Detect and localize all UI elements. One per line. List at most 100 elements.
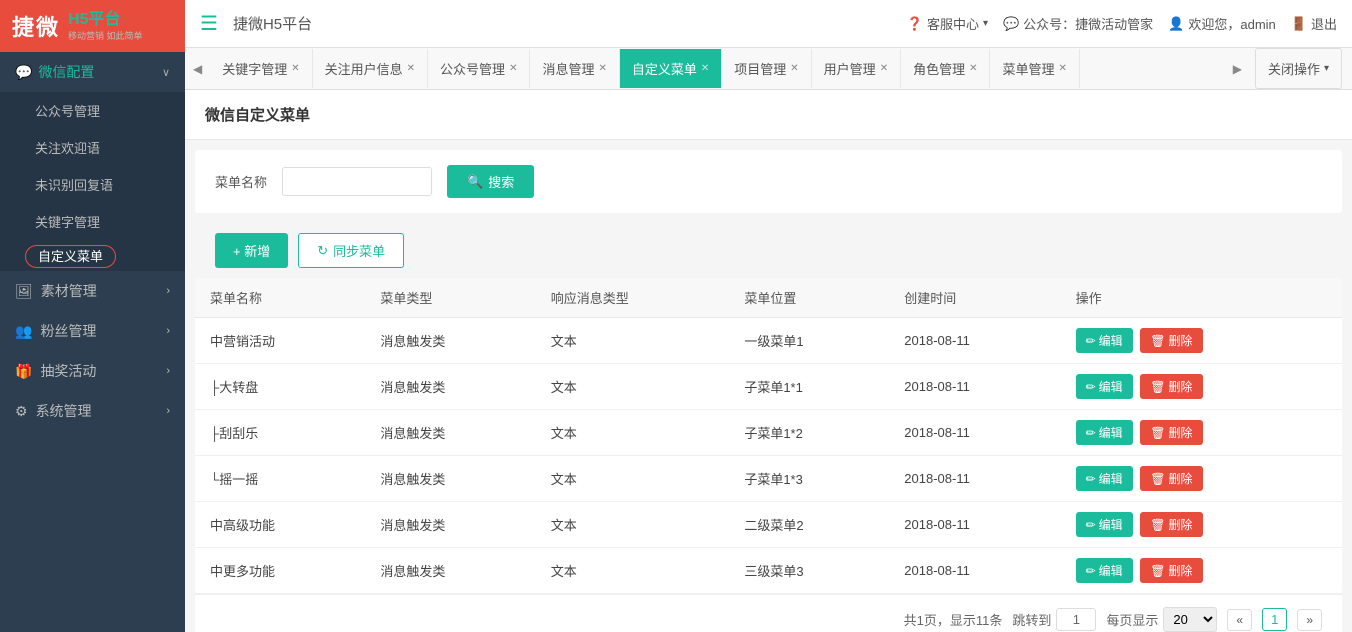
sidebar-item-zidingyi[interactable]: 自定义菜单 <box>0 240 185 271</box>
tab-xiangmu[interactable]: 项目管理 ✕ <box>722 49 811 88</box>
cell-response: 文本 <box>536 318 730 364</box>
edit-button-5[interactable]: ✏ 编辑 <box>1076 558 1133 583</box>
tab-yonghu[interactable]: 用户管理 ✕ <box>812 49 901 88</box>
delete-icon-2: 🗑 <box>1150 426 1165 440</box>
cell-type: 消息触发类 <box>365 364 535 410</box>
cell-type: 消息触发类 <box>365 548 535 594</box>
tab-close-xiaoxiguanli[interactable]: ✕ <box>598 63 606 74</box>
edit-button-0[interactable]: ✏ 编辑 <box>1076 328 1133 353</box>
tab-close-juese[interactable]: ✕ <box>969 63 977 74</box>
edit-button-2[interactable]: ✏ 编辑 <box>1076 420 1133 445</box>
page-info: 共1页，显示11条 <box>904 610 1003 629</box>
table-row: ├大转盘 消息触发类 文本 子菜单1*1 2018-08-11 ✏ 编辑 🗑 删… <box>195 364 1342 410</box>
cell-type: 消息触发类 <box>365 456 535 502</box>
user-link[interactable]: 👤 欢迎您，admin <box>1168 14 1276 33</box>
sidebar-item-gongzhonghao[interactable]: 公众号管理 <box>0 92 185 129</box>
sidebar-item-choujiang[interactable]: 🎁 抽奖活动 › <box>0 351 185 391</box>
sidebar-item-weishi[interactable]: 未识别回复语 <box>0 166 185 203</box>
cell-type: 消息触发类 <box>365 410 535 456</box>
tab-close-gongzhonghao[interactable]: ✕ <box>509 63 517 74</box>
navtabs: ◀ 关键字管理 ✕ 关注用户信息 ✕ 公众号管理 ✕ 消息管理 ✕ 自定义菜单 … <box>185 48 1352 90</box>
xitong-icon: ⚙ <box>15 403 28 420</box>
delete-button-1[interactable]: 🗑 删除 <box>1140 374 1202 399</box>
add-button[interactable]: + 新增 <box>215 233 288 268</box>
tab-xiaoxiguanli[interactable]: 消息管理 ✕ <box>530 49 619 88</box>
wechat-sub-items: 公众号管理 关注欢迎语 未识别回复语 关键字管理 自定义菜单 <box>0 92 185 271</box>
cell-type: 消息触发类 <box>365 502 535 548</box>
nav-next-arrow[interactable]: ▶ <box>1225 52 1250 86</box>
search-button[interactable]: 🔍 搜索 <box>447 165 534 198</box>
fensi-icon: 👥 <box>15 323 32 340</box>
search-input[interactable] <box>282 167 432 196</box>
nav-prev-arrow[interactable]: ◀ <box>185 52 210 86</box>
page-size-select[interactable]: 10 20 50 100 <box>1163 607 1217 632</box>
tab-caidan[interactable]: 菜单管理 ✕ <box>990 49 1079 88</box>
sidebar-item-guanjianzi[interactable]: 关键字管理 <box>0 203 185 240</box>
delete-button-4[interactable]: 🗑 删除 <box>1140 512 1202 537</box>
sidebar-item-xitong[interactable]: ⚙ 系统管理 › <box>0 391 185 431</box>
page-jump-input[interactable] <box>1056 608 1096 631</box>
menu-table: 菜单名称 菜单类型 响应消息类型 菜单位置 创建时间 操作 中营销活动 消息触发… <box>195 278 1342 594</box>
delete-icon-3: 🗑 <box>1150 472 1165 486</box>
cell-created: 2018-08-11 <box>889 548 1060 594</box>
platform-title: 捷微H5平台 <box>233 13 312 34</box>
delete-button-3[interactable]: 🗑 删除 <box>1140 466 1202 491</box>
cell-actions: ✏ 编辑 🗑 删除 <box>1061 502 1342 548</box>
cell-position: 子菜单1*2 <box>729 410 889 456</box>
cell-name: 中营销活动 <box>195 318 365 364</box>
sidebar-item-sucai[interactable]: 🖼 素材管理 › <box>0 271 185 311</box>
edit-button-4[interactable]: ✏ 编辑 <box>1076 512 1133 537</box>
wechat-config-label: 微信配置 <box>38 62 94 82</box>
tab-guanjianzi[interactable]: 关键字管理 ✕ <box>210 49 312 88</box>
tab-close-guanjianzi[interactable]: ✕ <box>291 63 299 74</box>
wechat-arrow-icon: ∨ <box>162 66 170 79</box>
tab-close-xiangmu[interactable]: ✕ <box>790 63 798 74</box>
tab-close-guanzhu[interactable]: ✕ <box>407 63 415 74</box>
delete-icon-5: 🗑 <box>1150 564 1165 578</box>
help-arrow-icon: ▾ <box>983 18 988 29</box>
cell-position: 二级菜单2 <box>729 502 889 548</box>
sync-button[interactable]: ↻ 同步菜单 <box>298 233 404 268</box>
next-page-button[interactable]: » <box>1297 609 1322 631</box>
help-link[interactable]: ❓ 客服中心 ▾ <box>907 14 988 33</box>
cell-type: 消息触发类 <box>365 318 535 364</box>
wechat-link[interactable]: 💬 公众号：捷微活动管家 <box>1003 14 1153 33</box>
prev-page-button[interactable]: « <box>1227 609 1252 631</box>
tab-close-caidan[interactable]: ✕ <box>1059 63 1067 74</box>
col-position: 菜单位置 <box>729 278 889 318</box>
sidebar-item-fensi[interactable]: 👥 粉丝管理 › <box>0 311 185 351</box>
fensi-arrow-icon: › <box>166 325 170 337</box>
close-actions-tab[interactable]: 关闭操作 ▾ <box>1255 48 1342 89</box>
sidebar-item-guanzhu[interactable]: 关注欢迎语 <box>0 129 185 166</box>
edit-icon-1: ✏ <box>1086 380 1096 394</box>
sidebar-section-header-wechat[interactable]: 💬 微信配置 ∨ <box>0 52 185 92</box>
xitong-arrow-icon: › <box>166 405 170 417</box>
cell-position: 子菜单1*1 <box>729 364 889 410</box>
topbar-right: ❓ 客服中心 ▾ 💬 公众号：捷微活动管家 👤 欢迎您，admin 🚪 退出 <box>907 14 1337 33</box>
pagination: 共1页，显示11条 跳转到 每页显示 10 20 50 100 « 1 » <box>195 594 1342 632</box>
delete-button-2[interactable]: 🗑 删除 <box>1140 420 1202 445</box>
delete-button-5[interactable]: 🗑 删除 <box>1140 558 1202 583</box>
sidebar-section-wechat: 💬 微信配置 ∨ 公众号管理 关注欢迎语 未识别回复语 关键字管理 自定义菜单 <box>0 52 185 271</box>
page-content: 微信自定义菜单 菜单名称 🔍 搜索 + 新增 ↻ 同步菜单 <box>185 90 1352 632</box>
tab-zidingyi[interactable]: 自定义菜单 ✕ <box>620 49 722 88</box>
edit-button-3[interactable]: ✏ 编辑 <box>1076 466 1133 491</box>
delete-icon-0: 🗑 <box>1150 334 1165 348</box>
cell-position: 三级菜单3 <box>729 548 889 594</box>
table-row: └摇一摇 消息触发类 文本 子菜单1*3 2018-08-11 ✏ 编辑 🗑 删… <box>195 456 1342 502</box>
tab-close-yonghu[interactable]: ✕ <box>880 63 888 74</box>
table-row: 中高级功能 消息触发类 文本 二级菜单2 2018-08-11 ✏ 编辑 🗑 删… <box>195 502 1342 548</box>
tab-close-zidingyi[interactable]: ✕ <box>701 63 709 74</box>
hamburger-icon[interactable]: ☰ <box>200 11 218 36</box>
tab-guanzhu[interactable]: 关注用户信息 ✕ <box>313 49 428 88</box>
delete-button-0[interactable]: 🗑 删除 <box>1140 328 1202 353</box>
logo-text: 捷微 <box>12 10 60 42</box>
tab-juese[interactable]: 角色管理 ✕ <box>901 49 990 88</box>
cell-position: 一级菜单1 <box>729 318 889 364</box>
user-icon: 👤 <box>1168 16 1184 32</box>
logout-link[interactable]: 🚪 退出 <box>1291 14 1337 33</box>
edit-button-1[interactable]: ✏ 编辑 <box>1076 374 1133 399</box>
tab-gongzhonghao[interactable]: 公众号管理 ✕ <box>428 49 530 88</box>
cell-actions: ✏ 编辑 🗑 删除 <box>1061 456 1342 502</box>
main-content: ☰ 捷微H5平台 ❓ 客服中心 ▾ 💬 公众号：捷微活动管家 👤 欢迎您，adm… <box>185 0 1352 632</box>
